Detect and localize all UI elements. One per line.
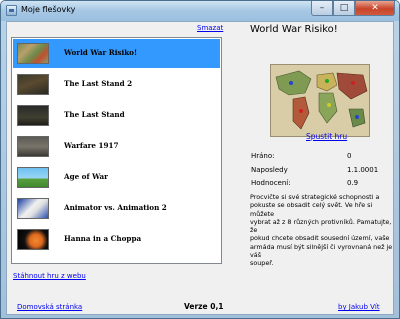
minimize-button[interactable]: – — [311, 1, 333, 16]
description-line: pokuste se obsadit celý svět. Ve hře si … — [250, 201, 373, 218]
helicopter-thumb — [17, 229, 49, 250]
list-item-label: Warfare 1917 — [64, 141, 119, 150]
play-game-link[interactable]: Spustit hru — [306, 132, 347, 141]
list-item[interactable]: Age of War — [13, 163, 220, 192]
list-item[interactable]: World War Risiko! — [13, 39, 220, 68]
description-line: soupeř. — [250, 259, 274, 268]
list-item[interactable]: The Last Stand — [13, 101, 220, 130]
map-thumb — [17, 43, 49, 64]
game-list[interactable]: World War Risiko! The Last Stand 2 The L… — [11, 37, 222, 264]
caption-buttons: – □ ✕ — [311, 1, 395, 16]
list-item-label: Hanna in a Choppa — [64, 234, 142, 243]
last-played-label: Naposledy — [251, 166, 288, 174]
version-label: Verze 0,1 — [184, 302, 224, 311]
author-link[interactable]: by Jakub Vít — [338, 303, 380, 311]
dark-scene-thumb — [17, 74, 49, 95]
list-item-label: The Last Stand — [64, 110, 125, 119]
stickman-thumb — [17, 198, 49, 219]
close-button[interactable]: ✕ — [355, 1, 395, 16]
description-line: armáda musí být silnější či vyrovnaná ne… — [250, 242, 393, 260]
app-icon — [6, 5, 17, 16]
list-item-label: World War Risiko! — [64, 48, 138, 57]
list-item[interactable]: Warfare 1917 — [13, 132, 220, 161]
window-title: Moje flešovky — [21, 5, 76, 14]
list-item-label: Animator vs. Animation 2 — [64, 203, 167, 212]
maximize-button[interactable]: □ — [333, 1, 355, 16]
rating-label: Hodnocení: — [251, 179, 291, 187]
description-line: vybrat až z 8 různých protivníků. Pamatu… — [250, 217, 392, 235]
list-item-label: The Last Stand 2 — [64, 79, 133, 88]
detail-title: World War Risiko! — [250, 24, 338, 35]
game-description: Procvičte si své strategické schopnosti … — [250, 193, 395, 268]
download-link[interactable]: Stáhnout hru z webu — [13, 272, 86, 280]
home-page-link[interactable]: Domovská stránka — [17, 303, 82, 311]
dark-scene-thumb — [17, 105, 49, 126]
list-item[interactable]: The Last Stand 2 — [13, 70, 220, 99]
rating-value: 0.9 — [347, 179, 359, 187]
app-window: Moje flešovky – □ ✕ Smazat World War Ris… — [0, 0, 400, 319]
played-label: Hráno: — [251, 152, 275, 160]
description-line: Procvičte si své strategické schopnosti … — [250, 193, 380, 201]
landscape-thumb — [17, 167, 49, 188]
played-value: 0 — [347, 152, 352, 160]
description-line: pokud chcete obsadit sousední území, vaš… — [250, 234, 390, 243]
list-item-label: Age of War — [64, 172, 108, 181]
client-area: Smazat World War Risiko! The Last Stand … — [6, 21, 394, 315]
trench-thumb — [17, 136, 49, 157]
delete-link[interactable]: Smazat — [197, 24, 223, 32]
game-preview-image — [270, 64, 370, 137]
list-item[interactable]: Animator vs. Animation 2 — [13, 194, 220, 223]
list-item[interactable]: Hanna in a Choppa — [13, 225, 220, 254]
title-bar[interactable]: Moje flešovky – □ ✕ — [1, 1, 399, 21]
world-map-icon — [271, 65, 369, 136]
last-played-value: 1.1.0001 — [347, 166, 379, 174]
